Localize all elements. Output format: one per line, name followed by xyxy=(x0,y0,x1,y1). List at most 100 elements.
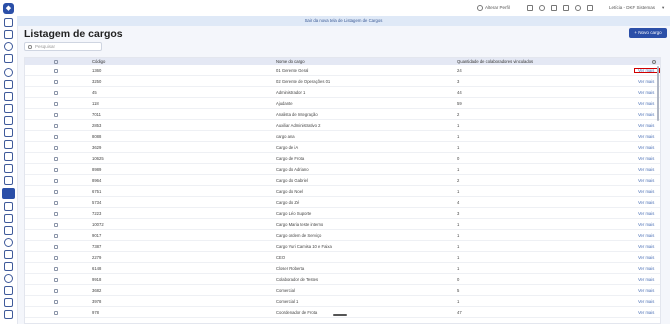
table-row[interactable]: 7387 Cargo Yuri Camisa 10 e Faixa 1 Ver mai… xyxy=(25,242,660,252)
document-icon[interactable] xyxy=(4,80,13,89)
row-checkbox[interactable] xyxy=(54,200,58,205)
row-checkbox[interactable] xyxy=(54,178,58,183)
help-icon[interactable] xyxy=(4,298,13,307)
clipboard-icon[interactable] xyxy=(4,128,13,137)
view-more-link[interactable]: Ver mais xyxy=(638,253,654,262)
row-checkbox[interactable] xyxy=(54,79,58,84)
table-row[interactable]: 10625 Cargo de Frota 0 Ver mais xyxy=(25,154,660,164)
view-more-link[interactable]: Ver mais xyxy=(638,143,654,152)
table-row[interactable]: 10072 Cargo Maria teste interno 1 Ver mais xyxy=(25,220,660,230)
gear-icon[interactable] xyxy=(575,5,581,11)
row-checkbox[interactable] xyxy=(54,189,58,194)
chart-icon[interactable] xyxy=(4,164,13,173)
table-row[interactable]: 7223 Cargo Léo Suporte 3 Ver mais xyxy=(25,209,660,219)
row-checkbox[interactable] xyxy=(54,123,58,128)
chat-icon[interactable] xyxy=(563,5,569,11)
row-checkbox[interactable] xyxy=(54,167,58,172)
select-all-checkbox[interactable] xyxy=(54,59,58,64)
tool-icon[interactable] xyxy=(4,214,13,223)
table-row[interactable]: 7011 Analista de Integração 2 Ver mais xyxy=(25,110,660,120)
view-more-link[interactable]: Ver mais xyxy=(638,297,654,306)
home-icon[interactable] xyxy=(4,18,13,27)
table-row[interactable]: 5734 Cargo do Zé 4 Ver mais xyxy=(25,198,660,208)
column-header-name[interactable]: Nome do cargo xyxy=(276,58,305,65)
table-row[interactable]: 3629 Cargo de iA 1 Ver mais xyxy=(25,143,660,153)
table-row[interactable]: 2279 CEO 1 Ver mais xyxy=(25,253,660,263)
table-row[interactable]: 3978 Comercial 1 1 Ver mais xyxy=(25,297,660,307)
row-checkbox[interactable] xyxy=(54,112,58,117)
table-row[interactable]: 45 Administrador 1 44 Ver mais xyxy=(25,88,660,98)
row-checkbox[interactable] xyxy=(54,310,58,315)
settings-icon[interactable] xyxy=(4,68,13,77)
user-icon[interactable] xyxy=(4,92,13,101)
cargos-icon[interactable] xyxy=(2,188,15,199)
view-more-link[interactable]: Ver mais xyxy=(638,286,654,295)
table-row[interactable]: 3682 Comercial 5 Ver mais xyxy=(25,286,660,296)
view-more-link[interactable]: Ver mais xyxy=(638,209,654,218)
table-row[interactable]: 3250 02 Gerente de Operações 01 3 Ver mais xyxy=(25,77,660,87)
bottom-drag-handle[interactable] xyxy=(333,314,347,316)
truck-icon[interactable] xyxy=(4,116,13,125)
pin-icon[interactable] xyxy=(4,310,13,319)
view-more-link[interactable]: Ver mais xyxy=(638,132,654,141)
row-checkbox[interactable] xyxy=(54,90,58,95)
view-more-link[interactable]: Ver mais xyxy=(638,264,654,273)
folder-icon[interactable] xyxy=(4,140,13,149)
clock-icon[interactable] xyxy=(4,42,13,51)
table-row[interactable]: 9017 Cargo ordem de Serviço 1 Ver mais xyxy=(25,231,660,241)
grid-apps-icon[interactable] xyxy=(527,5,533,11)
search-input[interactable]: Pesquisar xyxy=(24,42,102,51)
report-icon[interactable] xyxy=(4,104,13,113)
view-more-link[interactable]: Ver mais xyxy=(638,77,654,86)
box-icon[interactable] xyxy=(4,152,13,161)
grid-icon[interactable] xyxy=(4,250,13,259)
row-checkbox[interactable] xyxy=(54,255,58,260)
table-row[interactable]: 6148 Closer Roberta 1 Ver mais xyxy=(25,264,660,274)
book-icon[interactable] xyxy=(4,30,13,39)
view-more-link[interactable]: Ver mais xyxy=(638,154,654,163)
team-icon[interactable] xyxy=(4,176,13,185)
row-checkbox[interactable] xyxy=(54,222,58,227)
view-more-link[interactable]: Ver mais xyxy=(638,220,654,229)
table-row[interactable]: 6751 Cargo do Noel 1 Ver mais xyxy=(25,187,660,197)
row-checkbox[interactable] xyxy=(54,101,58,106)
row-checkbox[interactable] xyxy=(54,266,58,271)
refresh-icon[interactable] xyxy=(4,274,13,283)
table-row[interactable]: 1360 01 Gerente Geral 24 Ver mais xyxy=(25,66,660,76)
view-more-link[interactable]: Ver mais xyxy=(638,308,654,317)
globe-icon[interactable] xyxy=(4,238,13,247)
view-more-link[interactable]: Ver mais xyxy=(638,187,654,196)
list-icon[interactable] xyxy=(4,226,13,235)
stats-icon[interactable] xyxy=(4,262,13,271)
refresh-profile-icon[interactable] xyxy=(477,5,483,11)
row-checkbox[interactable] xyxy=(54,277,58,282)
row-checkbox[interactable] xyxy=(54,233,58,238)
row-checkbox[interactable] xyxy=(54,156,58,161)
table-scrollbar[interactable] xyxy=(657,66,659,121)
row-checkbox[interactable] xyxy=(54,145,58,150)
table-row[interactable]: 8964 Cargo do Gabriel 2 Ver mais xyxy=(25,176,660,186)
view-more-link[interactable]: Ver mais xyxy=(638,275,654,284)
table-row[interactable]: 8989 Cargo do Adriano 1 Ver mais xyxy=(25,165,660,175)
bell-icon[interactable] xyxy=(551,5,557,11)
view-more-link[interactable]: Ver mais xyxy=(638,110,654,119)
file-icon[interactable] xyxy=(4,202,13,211)
help-icon[interactable] xyxy=(539,5,545,11)
view-more-link[interactable]: Ver mais xyxy=(638,121,654,130)
view-more-link[interactable]: Ver mais xyxy=(638,231,654,240)
user-menu[interactable]: Letícia - DKF Sistemas xyxy=(609,0,655,16)
calendar-icon[interactable] xyxy=(4,54,13,63)
view-more-link[interactable]: Ver mais xyxy=(638,198,654,207)
row-checkbox[interactable] xyxy=(54,211,58,216)
view-more-link[interactable]: Ver mais xyxy=(638,99,654,108)
row-checkbox[interactable] xyxy=(54,68,58,73)
tag-icon[interactable] xyxy=(4,286,13,295)
table-row[interactable]: 118 Ajudante 59 Ver mais xyxy=(25,99,660,109)
table-row[interactable]: 2853 Auxiliar Administrativo 2 1 Ver mais xyxy=(25,121,660,131)
app-logo-icon[interactable]: ◆ xyxy=(3,3,14,14)
row-checkbox[interactable] xyxy=(54,134,58,139)
chevron-down-icon[interactable]: ▾ xyxy=(662,0,664,16)
table-row[interactable]: 8088 cargo ana 1 Ver mais xyxy=(25,132,660,142)
row-checkbox[interactable] xyxy=(54,288,58,293)
document-icon[interactable] xyxy=(587,5,593,11)
